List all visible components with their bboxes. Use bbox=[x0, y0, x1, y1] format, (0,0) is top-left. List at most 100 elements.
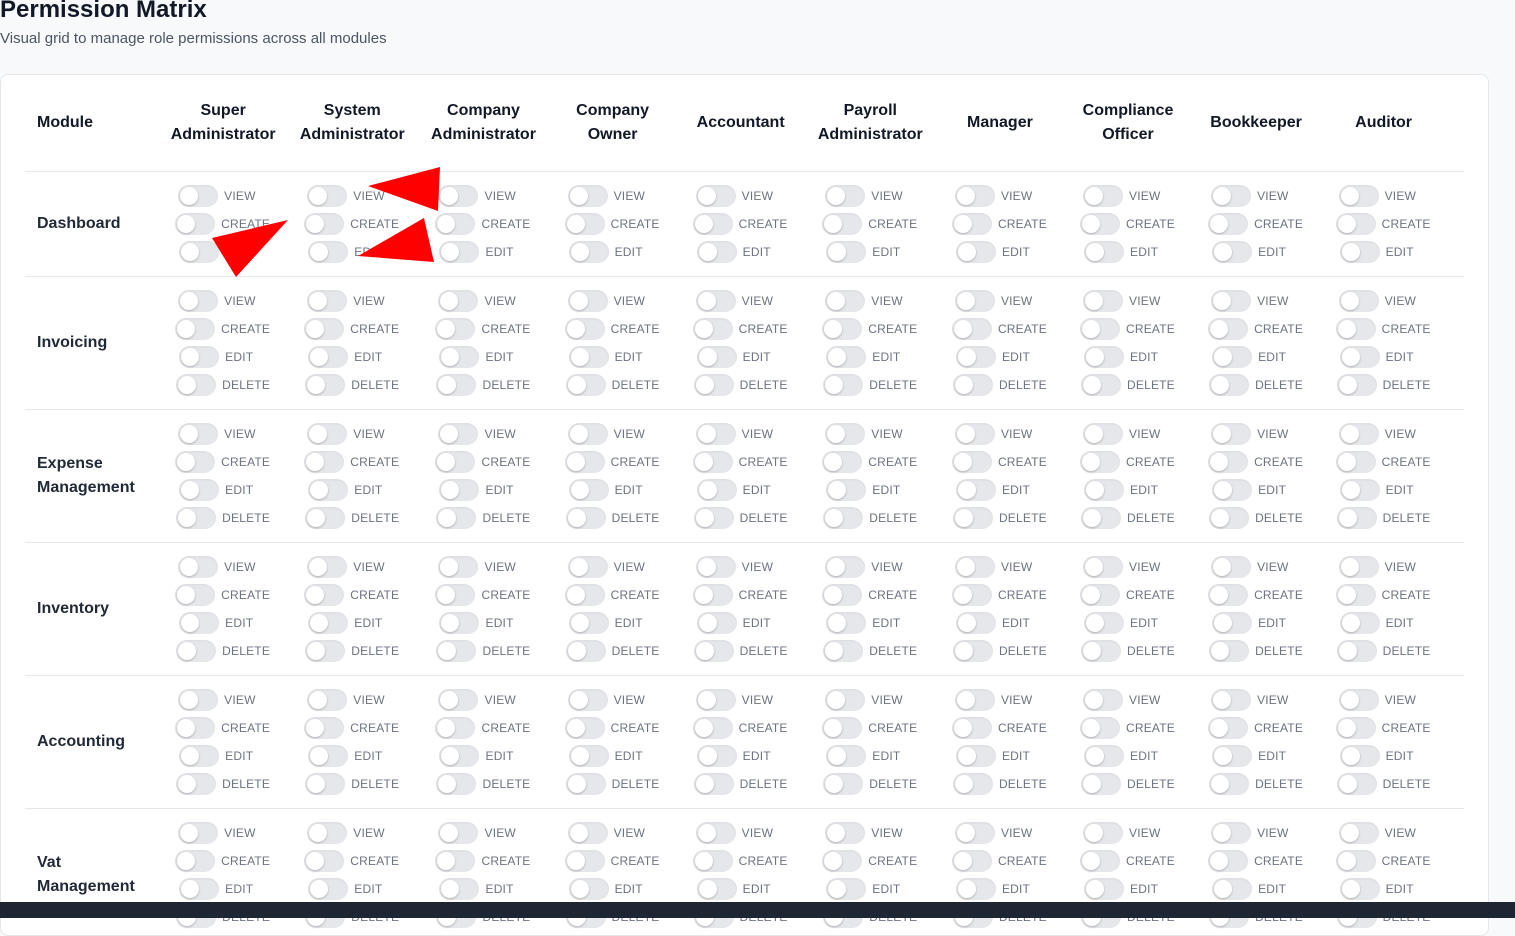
toggle-switch[interactable] bbox=[439, 241, 479, 263]
permission-toggle-edit[interactable]: EDIT bbox=[818, 878, 922, 900]
toggle-switch[interactable] bbox=[568, 423, 608, 445]
permission-toggle-create[interactable]: CREATE bbox=[822, 318, 918, 340]
permission-toggle-edit[interactable]: EDIT bbox=[431, 745, 535, 767]
toggle-switch[interactable] bbox=[438, 689, 478, 711]
toggle-switch[interactable] bbox=[825, 423, 865, 445]
permission-toggle-view[interactable]: VIEW bbox=[690, 290, 792, 312]
toggle-switch[interactable] bbox=[1080, 318, 1120, 340]
toggle-switch[interactable] bbox=[697, 479, 737, 501]
permission-toggle-create[interactable]: CREATE bbox=[435, 584, 531, 606]
permission-toggle-delete[interactable]: DELETE bbox=[821, 507, 919, 529]
permission-toggle-edit[interactable]: EDIT bbox=[1076, 612, 1180, 634]
toggle-switch[interactable] bbox=[694, 640, 734, 662]
permission-toggle-edit[interactable]: EDIT bbox=[1076, 241, 1180, 263]
permission-toggle-create[interactable]: CREATE bbox=[1208, 850, 1304, 872]
toggle-switch[interactable] bbox=[176, 773, 216, 795]
toggle-switch[interactable] bbox=[1083, 556, 1123, 578]
toggle-switch[interactable] bbox=[952, 318, 992, 340]
toggle-switch[interactable] bbox=[952, 850, 992, 872]
permission-toggle-edit[interactable]: EDIT bbox=[300, 346, 404, 368]
permission-toggle-create[interactable]: CREATE bbox=[1080, 717, 1176, 739]
toggle-switch[interactable] bbox=[697, 745, 737, 767]
toggle-switch[interactable] bbox=[1211, 290, 1251, 312]
permission-toggle-delete[interactable]: DELETE bbox=[564, 374, 662, 396]
toggle-switch[interactable] bbox=[1084, 479, 1124, 501]
permission-toggle-edit[interactable]: EDIT bbox=[1204, 479, 1308, 501]
permission-toggle-create[interactable]: CREATE bbox=[1336, 318, 1432, 340]
permission-toggle-create[interactable]: CREATE bbox=[952, 584, 1048, 606]
toggle-switch[interactable] bbox=[1336, 318, 1376, 340]
toggle-switch[interactable] bbox=[952, 584, 992, 606]
permission-toggle-edit[interactable]: EDIT bbox=[818, 346, 922, 368]
toggle-switch[interactable] bbox=[1340, 479, 1380, 501]
toggle-switch[interactable] bbox=[305, 640, 345, 662]
toggle-switch[interactable] bbox=[1336, 584, 1376, 606]
toggle-switch[interactable] bbox=[1084, 346, 1124, 368]
toggle-switch[interactable] bbox=[569, 241, 609, 263]
toggle-switch[interactable] bbox=[438, 822, 478, 844]
permission-toggle-view[interactable]: VIEW bbox=[1205, 822, 1307, 844]
permission-toggle-edit[interactable]: EDIT bbox=[689, 479, 793, 501]
toggle-switch[interactable] bbox=[1084, 878, 1124, 900]
toggle-switch[interactable] bbox=[439, 479, 479, 501]
permission-toggle-edit[interactable]: EDIT bbox=[1076, 745, 1180, 767]
toggle-switch[interactable] bbox=[565, 318, 605, 340]
permission-toggle-create[interactable]: CREATE bbox=[693, 850, 789, 872]
permission-toggle-view[interactable]: VIEW bbox=[690, 556, 792, 578]
toggle-switch[interactable] bbox=[1081, 773, 1121, 795]
permission-toggle-edit[interactable]: EDIT bbox=[561, 346, 665, 368]
permission-toggle-edit[interactable]: EDIT bbox=[818, 479, 922, 501]
toggle-switch[interactable] bbox=[693, 318, 733, 340]
toggle-switch[interactable] bbox=[697, 878, 737, 900]
toggle-switch[interactable] bbox=[955, 423, 995, 445]
permission-toggle-view[interactable]: VIEW bbox=[949, 290, 1051, 312]
toggle-switch[interactable] bbox=[307, 290, 347, 312]
permission-toggle-delete[interactable]: DELETE bbox=[1207, 374, 1305, 396]
toggle-switch[interactable] bbox=[953, 374, 993, 396]
permission-toggle-delete[interactable]: DELETE bbox=[564, 773, 662, 795]
toggle-switch[interactable] bbox=[305, 374, 345, 396]
permission-toggle-edit[interactable]: EDIT bbox=[431, 241, 535, 263]
toggle-switch[interactable] bbox=[693, 213, 733, 235]
toggle-switch[interactable] bbox=[565, 584, 605, 606]
permission-toggle-delete[interactable]: DELETE bbox=[1335, 374, 1433, 396]
toggle-switch[interactable] bbox=[566, 773, 606, 795]
toggle-switch[interactable] bbox=[304, 451, 344, 473]
permission-toggle-view[interactable]: VIEW bbox=[690, 689, 792, 711]
permission-toggle-create[interactable]: CREATE bbox=[565, 213, 661, 235]
toggle-switch[interactable] bbox=[953, 773, 993, 795]
permission-toggle-delete[interactable]: DELETE bbox=[1079, 374, 1177, 396]
permission-toggle-create[interactable]: CREATE bbox=[435, 451, 531, 473]
permission-toggle-delete[interactable]: DELETE bbox=[1079, 640, 1177, 662]
toggle-switch[interactable] bbox=[956, 612, 996, 634]
permission-toggle-create[interactable]: CREATE bbox=[693, 584, 789, 606]
permission-toggle-delete[interactable]: DELETE bbox=[434, 773, 532, 795]
permission-toggle-view[interactable]: VIEW bbox=[432, 822, 534, 844]
permission-toggle-edit[interactable]: EDIT bbox=[1076, 479, 1180, 501]
permission-toggle-create[interactable]: CREATE bbox=[435, 717, 531, 739]
permission-toggle-view[interactable]: VIEW bbox=[172, 689, 274, 711]
permission-toggle-view[interactable]: VIEW bbox=[1205, 290, 1307, 312]
permission-toggle-view[interactable]: VIEW bbox=[432, 290, 534, 312]
toggle-switch[interactable] bbox=[696, 423, 736, 445]
toggle-switch[interactable] bbox=[308, 745, 348, 767]
permission-toggle-view[interactable]: VIEW bbox=[1333, 689, 1435, 711]
toggle-switch[interactable] bbox=[569, 745, 609, 767]
permission-toggle-create[interactable]: CREATE bbox=[952, 717, 1048, 739]
permission-toggle-create[interactable]: CREATE bbox=[435, 213, 531, 235]
toggle-switch[interactable] bbox=[1336, 717, 1376, 739]
permission-toggle-delete[interactable]: DELETE bbox=[1079, 773, 1177, 795]
permission-toggle-delete[interactable]: DELETE bbox=[174, 773, 272, 795]
permission-toggle-create[interactable]: CREATE bbox=[1208, 451, 1304, 473]
permission-toggle-create[interactable]: CREATE bbox=[1336, 584, 1432, 606]
toggle-switch[interactable] bbox=[826, 612, 866, 634]
toggle-switch[interactable] bbox=[308, 241, 348, 263]
permission-toggle-create[interactable]: CREATE bbox=[822, 584, 918, 606]
permission-toggle-create[interactable]: CREATE bbox=[952, 850, 1048, 872]
permission-toggle-create[interactable]: CREATE bbox=[304, 850, 400, 872]
toggle-switch[interactable] bbox=[1209, 640, 1249, 662]
toggle-switch[interactable] bbox=[823, 507, 863, 529]
toggle-switch[interactable] bbox=[1080, 717, 1120, 739]
toggle-switch[interactable] bbox=[825, 822, 865, 844]
toggle-switch[interactable] bbox=[1081, 640, 1121, 662]
